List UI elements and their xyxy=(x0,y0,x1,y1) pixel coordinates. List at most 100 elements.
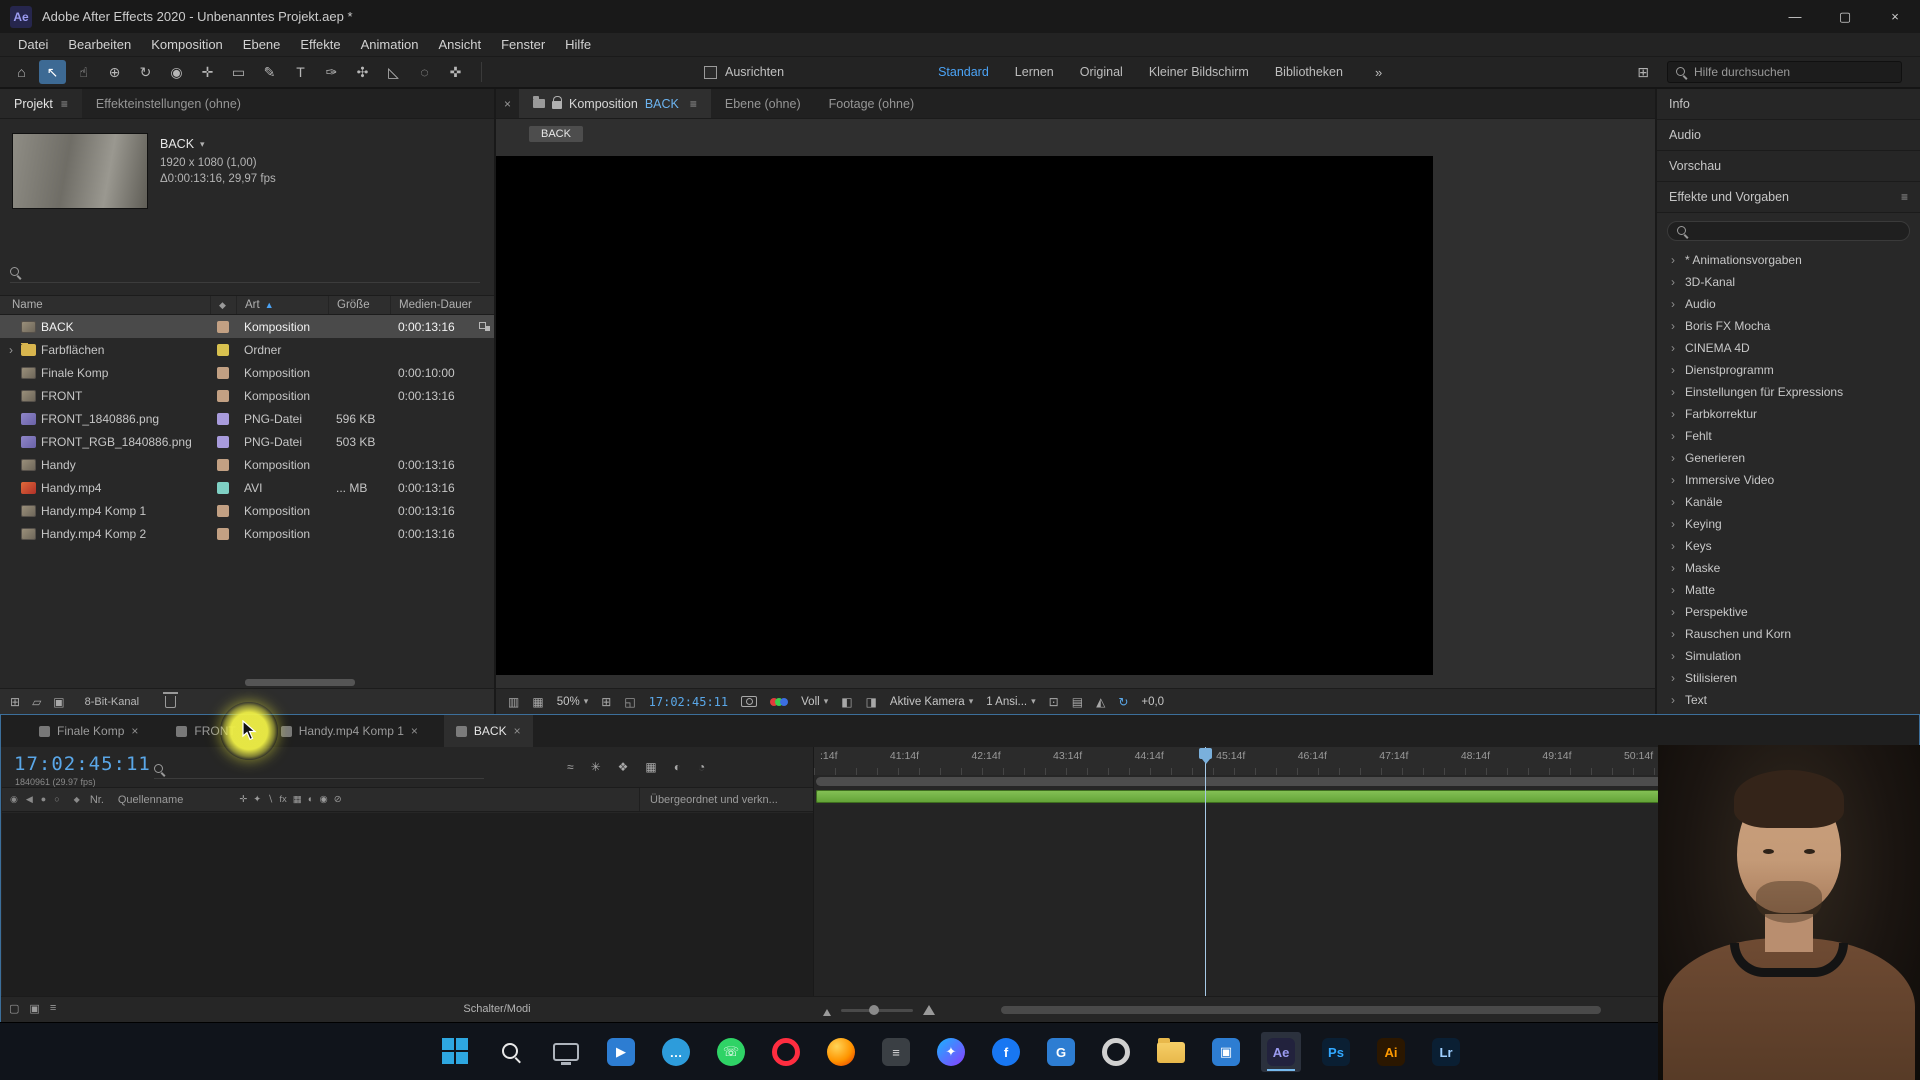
timeline-search-input[interactable] xyxy=(172,762,484,777)
photos-app[interactable]: ▣ xyxy=(1206,1032,1246,1072)
panel-menu-icon[interactable]: ≡ xyxy=(61,97,68,111)
facebook-app[interactable]: f xyxy=(986,1032,1026,1072)
workspace-grid-icon[interactable]: ⊞ xyxy=(1637,64,1649,81)
color-depth-button[interactable]: 8-Bit-Kanal xyxy=(85,696,139,708)
chevron-right-icon[interactable]: › xyxy=(1669,605,1677,619)
chevron-right-icon[interactable]: › xyxy=(1669,671,1677,685)
eraser-tool[interactable]: ◺ xyxy=(380,60,407,84)
zoom-in-mountain-icon[interactable] xyxy=(923,1005,935,1015)
viewer-option-icon[interactable]: ▤ xyxy=(1072,695,1083,709)
chevron-right-icon[interactable]: › xyxy=(1669,429,1677,443)
workspace-tab[interactable]: Standard xyxy=(938,65,989,79)
menu-item[interactable]: Hilfe xyxy=(555,37,601,52)
utility-app[interactable]: ≡ xyxy=(876,1032,916,1072)
switch-icon[interactable]: ∖ xyxy=(267,794,273,805)
playhead[interactable] xyxy=(1205,747,1206,996)
effects-category[interactable]: › Simulation xyxy=(1657,645,1920,667)
switch-icon[interactable]: ◉ xyxy=(319,794,327,805)
project-item-row[interactable]: FRONT_RGB_1840886.png PNG-Datei 503 KB xyxy=(0,430,494,453)
chevron-right-icon[interactable]: › xyxy=(1669,693,1677,707)
tab-layer[interactable]: Ebene (ohne) xyxy=(711,89,815,118)
timeline-toggle-icon[interactable]: ✳ xyxy=(591,760,601,774)
chevron-right-icon[interactable]: › xyxy=(1669,253,1677,267)
chevron-right-icon[interactable]: › xyxy=(1669,407,1677,421)
orbit-camera-tool[interactable]: ↻ xyxy=(132,60,159,84)
after-effects-app[interactable]: Ae xyxy=(1261,1032,1301,1072)
chevron-right-icon[interactable]: › xyxy=(1669,649,1677,663)
lightroom-app[interactable]: Lr xyxy=(1426,1032,1466,1072)
av-icon[interactable]: ○ xyxy=(54,794,59,805)
viewer-option-icon[interactable]: ◭ xyxy=(1096,695,1105,709)
workspace-tab[interactable]: Kleiner Bildschirm xyxy=(1149,65,1249,79)
puppet-pin-tool[interactable]: ✜ xyxy=(442,60,469,84)
minimize-button[interactable]: — xyxy=(1770,0,1820,33)
maximize-button[interactable]: ▢ xyxy=(1820,0,1870,33)
timeline-toggle-icon[interactable]: ❖ xyxy=(618,760,629,774)
switch-icon[interactable]: ▦ xyxy=(293,794,302,805)
effects-category[interactable]: › CINEMA 4D xyxy=(1657,337,1920,359)
chevron-right-icon[interactable]: › xyxy=(1669,275,1677,289)
close-tab-icon[interactable]: × xyxy=(131,724,138,738)
magnification-select[interactable]: 50% ▾ xyxy=(557,696,589,708)
timeline-tab[interactable]: Handy.mp4 Komp 1 × xyxy=(269,715,430,747)
av-icon[interactable]: ◀ xyxy=(26,794,33,805)
expand-chevron-icon[interactable]: › xyxy=(6,343,16,357)
file-explorer[interactable] xyxy=(1151,1032,1191,1072)
expand-transfer-icon[interactable]: ▢ xyxy=(9,1002,19,1015)
project-tab[interactable]: Projekt ≡ xyxy=(0,89,82,118)
close-panel-icon[interactable]: × xyxy=(496,97,519,111)
viewer-option-icon[interactable]: ▥ xyxy=(508,695,519,709)
messenger-app[interactable]: ✦ xyxy=(931,1032,971,1072)
chevron-right-icon[interactable]: › xyxy=(1669,495,1677,509)
menu-item[interactable]: Bearbeiten xyxy=(58,37,141,52)
workspace-tab[interactable]: Bibliotheken xyxy=(1275,65,1343,79)
whatsapp-app[interactable]: ☏ xyxy=(711,1032,751,1072)
effects-category[interactable]: › Rauschen und Korn xyxy=(1657,623,1920,645)
project-item-row[interactable]: FRONT_1840886.png PNG-Datei 596 KB xyxy=(0,407,494,430)
interpret-footage-icon[interactable]: ⊞ xyxy=(10,695,20,709)
opera-app[interactable] xyxy=(766,1032,806,1072)
close-tab-icon[interactable]: × xyxy=(514,724,521,738)
project-search-input[interactable] xyxy=(28,265,480,280)
effects-search-input[interactable] xyxy=(1695,225,1900,237)
shape-tool[interactable]: ▭ xyxy=(225,60,252,84)
label-color-swatch[interactable] xyxy=(217,527,229,540)
workspace-overflow-icon[interactable]: » xyxy=(1375,65,1382,80)
column-name[interactable]: Name xyxy=(0,296,210,314)
timeline-tab[interactable]: Finale Komp × xyxy=(27,715,150,747)
chat-app[interactable]: … xyxy=(656,1032,696,1072)
effects-category[interactable]: › Immersive Video xyxy=(1657,469,1920,491)
label-color-swatch[interactable] xyxy=(217,481,229,494)
column-number[interactable]: Nr. xyxy=(90,794,104,806)
google-app[interactable]: G xyxy=(1041,1032,1081,1072)
effects-category[interactable]: › * Animationsvorgaben xyxy=(1657,249,1920,271)
zoom-out-mountain-icon[interactable] xyxy=(823,1009,831,1016)
timeline-toggle-icon[interactable]: ◔ xyxy=(698,760,705,774)
viewer-option-icon[interactable]: ⊞ xyxy=(601,695,611,709)
switches-modes-toggle[interactable]: Schalter/Modi xyxy=(463,1003,530,1015)
panel-menu-icon[interactable]: ≡ xyxy=(690,97,697,111)
column-size[interactable]: Größe xyxy=(328,296,390,314)
pan-behind-tool[interactable]: ✛ xyxy=(194,60,221,84)
close-button[interactable]: × xyxy=(1870,0,1920,33)
column-duration[interactable]: Medien-Dauer xyxy=(390,296,494,314)
task-view-button[interactable] xyxy=(546,1032,586,1072)
align-checkbox[interactable] xyxy=(704,65,717,79)
label-icon[interactable]: ◆ xyxy=(74,795,80,804)
roto-brush-tool[interactable]: ◌ xyxy=(411,60,438,84)
workspace-tab[interactable]: Lernen xyxy=(1015,65,1054,79)
label-color-swatch[interactable] xyxy=(217,366,229,379)
column-parent-link[interactable]: Übergeordnet und verkn... xyxy=(639,788,807,811)
close-tab-icon[interactable]: × xyxy=(411,724,418,738)
composition-view[interactable] xyxy=(496,156,1433,675)
chevron-right-icon[interactable]: › xyxy=(1669,451,1677,465)
effects-category[interactable]: › Kanäle xyxy=(1657,491,1920,513)
collapsed-panel-header[interactable]: Vorschau xyxy=(1657,151,1920,182)
project-item-row[interactable]: BACK Komposition 0:00:13:16 xyxy=(0,315,494,338)
project-item-row[interactable]: › Farbflächen Ordner xyxy=(0,338,494,361)
pen-tool[interactable]: ✎ xyxy=(256,60,283,84)
start-button[interactable] xyxy=(436,1032,476,1072)
label-color-swatch[interactable] xyxy=(217,435,229,448)
zoom-tool[interactable]: ⊕ xyxy=(101,60,128,84)
timeline-h-scrollbar[interactable] xyxy=(1001,1006,1601,1014)
